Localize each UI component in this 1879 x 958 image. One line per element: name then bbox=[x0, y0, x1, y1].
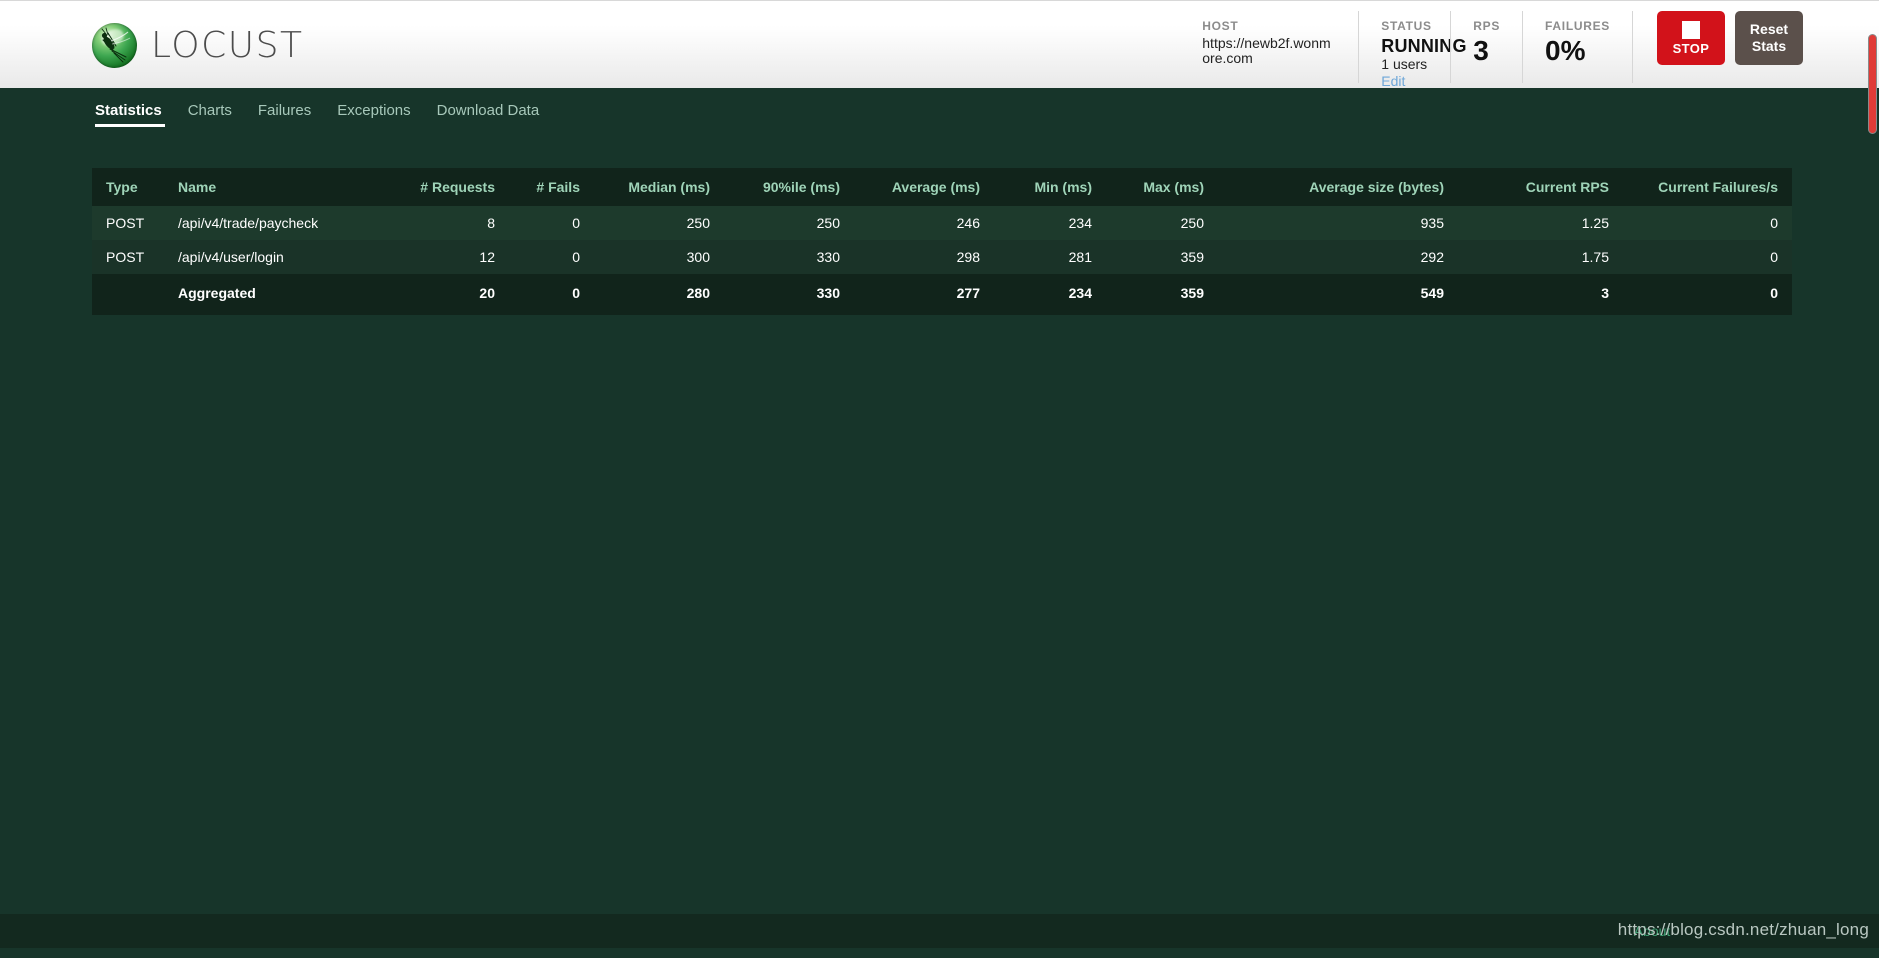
rps-stat: RPS 3 bbox=[1450, 11, 1522, 83]
app-footer: About bbox=[0, 914, 1879, 948]
reset-stats-button[interactable]: Reset Stats bbox=[1735, 11, 1803, 65]
user-count: 1 users bbox=[1381, 56, 1428, 72]
col-p90[interactable]: 90%ile (ms) bbox=[724, 168, 854, 206]
col-min[interactable]: Min (ms) bbox=[994, 168, 1106, 206]
rps-value: 3 bbox=[1473, 35, 1489, 66]
col-average-size[interactable]: Average size (bytes) bbox=[1218, 168, 1458, 206]
main-nav: Statistics Charts Failures Exceptions Do… bbox=[0, 88, 1879, 132]
host-value: https://newb2f.wonmore.com bbox=[1202, 35, 1331, 66]
col-current-rps[interactable]: Current RPS bbox=[1458, 168, 1623, 206]
table-row[interactable]: POST /api/v4/user/login 12 0 300 330 298… bbox=[92, 240, 1792, 274]
cell-type bbox=[92, 274, 164, 315]
cell-fails: 0 bbox=[509, 274, 594, 315]
main-content: Type Name # Requests # Fails Median (ms)… bbox=[0, 132, 1879, 958]
cell-requests: 12 bbox=[389, 240, 509, 274]
app-header: LOCUST HOST https://newb2f.wonmore.com S… bbox=[0, 0, 1879, 89]
about-link[interactable]: About bbox=[1634, 923, 1671, 939]
cell-name: /api/v4/user/login bbox=[164, 240, 389, 274]
tab-charts[interactable]: Charts bbox=[175, 102, 245, 132]
header-actions: STOP Reset Stats bbox=[1632, 11, 1803, 83]
tab-statistics[interactable]: Statistics bbox=[92, 102, 175, 132]
stop-button[interactable]: STOP bbox=[1657, 11, 1725, 65]
cell-requests: 20 bbox=[389, 274, 509, 315]
cell-p90: 330 bbox=[724, 240, 854, 274]
table-head: Type Name # Requests # Fails Median (ms)… bbox=[92, 168, 1792, 206]
table-header-row: Type Name # Requests # Fails Median (ms)… bbox=[92, 168, 1792, 206]
brand-logo[interactable]: LOCUST bbox=[92, 23, 303, 68]
stop-square-icon bbox=[1682, 20, 1700, 39]
cell-p90: 330 bbox=[724, 274, 854, 315]
table-body: POST /api/v4/trade/paycheck 8 0 250 250 … bbox=[92, 206, 1792, 315]
cell-min: 281 bbox=[994, 240, 1106, 274]
col-max[interactable]: Max (ms) bbox=[1106, 168, 1218, 206]
tab-download-data[interactable]: Download Data bbox=[424, 102, 553, 132]
cell-current-failures: 0 bbox=[1623, 240, 1792, 274]
locust-bug-icon bbox=[92, 23, 137, 68]
vertical-scrollbar[interactable] bbox=[1865, 0, 1879, 948]
cell-current-failures: 0 bbox=[1623, 274, 1792, 315]
cell-p90: 250 bbox=[724, 206, 854, 240]
brand-name: LOCUST bbox=[151, 25, 304, 66]
cell-median: 250 bbox=[594, 206, 724, 240]
cell-name: Aggregated bbox=[164, 274, 389, 315]
col-fails[interactable]: # Fails bbox=[509, 168, 594, 206]
cell-current-failures: 0 bbox=[1623, 206, 1792, 240]
status-label: STATUS bbox=[1381, 19, 1432, 33]
cell-median: 300 bbox=[594, 240, 724, 274]
col-type[interactable]: Type bbox=[92, 168, 164, 206]
reset-stats-line1: Reset bbox=[1749, 21, 1789, 37]
cell-max: 250 bbox=[1106, 206, 1218, 240]
edit-link[interactable]: Edit bbox=[1381, 73, 1428, 90]
failures-value: 0% bbox=[1545, 35, 1586, 66]
cell-type: POST bbox=[92, 240, 164, 274]
cell-median: 280 bbox=[594, 274, 724, 315]
cell-requests: 8 bbox=[389, 206, 509, 240]
cell-type: POST bbox=[92, 206, 164, 240]
status-value: RUNNING bbox=[1381, 36, 1467, 56]
host-label: HOST bbox=[1202, 19, 1239, 33]
cell-min: 234 bbox=[994, 274, 1106, 315]
table-row-aggregated[interactable]: Aggregated 20 0 280 330 277 234 359 549 … bbox=[92, 274, 1792, 315]
cell-max: 359 bbox=[1106, 274, 1218, 315]
tab-exceptions[interactable]: Exceptions bbox=[324, 102, 423, 132]
status-stat: STATUS RUNNING 1 users Edit bbox=[1358, 11, 1467, 89]
cell-average-size: 292 bbox=[1218, 240, 1458, 274]
scrollbar-thumb[interactable] bbox=[1868, 34, 1877, 134]
cell-average: 277 bbox=[854, 274, 994, 315]
stop-button-label: STOP bbox=[1672, 40, 1710, 56]
cell-name: /api/v4/trade/paycheck bbox=[164, 206, 389, 240]
cell-current-rps: 1.25 bbox=[1458, 206, 1623, 240]
cell-max: 359 bbox=[1106, 240, 1218, 274]
rps-label: RPS bbox=[1473, 19, 1501, 33]
col-current-failures[interactable]: Current Failures/s bbox=[1623, 168, 1792, 206]
cell-average-size: 549 bbox=[1218, 274, 1458, 315]
cell-average: 246 bbox=[854, 206, 994, 240]
col-name[interactable]: Name bbox=[164, 168, 389, 206]
cell-min: 234 bbox=[994, 206, 1106, 240]
failures-stat: FAILURES 0% bbox=[1522, 11, 1632, 83]
cell-average: 298 bbox=[854, 240, 994, 274]
reset-stats-line2: Stats bbox=[1751, 38, 1787, 54]
host-stat: HOST https://newb2f.wonmore.com bbox=[1180, 11, 1358, 83]
cell-fails: 0 bbox=[509, 240, 594, 274]
cell-current-rps: 1.75 bbox=[1458, 240, 1623, 274]
failures-label: FAILURES bbox=[1545, 19, 1610, 33]
col-median[interactable]: Median (ms) bbox=[594, 168, 724, 206]
cell-current-rps: 3 bbox=[1458, 274, 1623, 315]
cell-average-size: 935 bbox=[1218, 206, 1458, 240]
header-stats: HOST https://newb2f.wonmore.com STATUS R… bbox=[1180, 11, 1803, 89]
cell-fails: 0 bbox=[509, 206, 594, 240]
tab-failures[interactable]: Failures bbox=[245, 102, 324, 132]
col-requests[interactable]: # Requests bbox=[389, 168, 509, 206]
table-row[interactable]: POST /api/v4/trade/paycheck 8 0 250 250 … bbox=[92, 206, 1792, 240]
statistics-table: Type Name # Requests # Fails Median (ms)… bbox=[92, 168, 1792, 315]
col-average[interactable]: Average (ms) bbox=[854, 168, 994, 206]
